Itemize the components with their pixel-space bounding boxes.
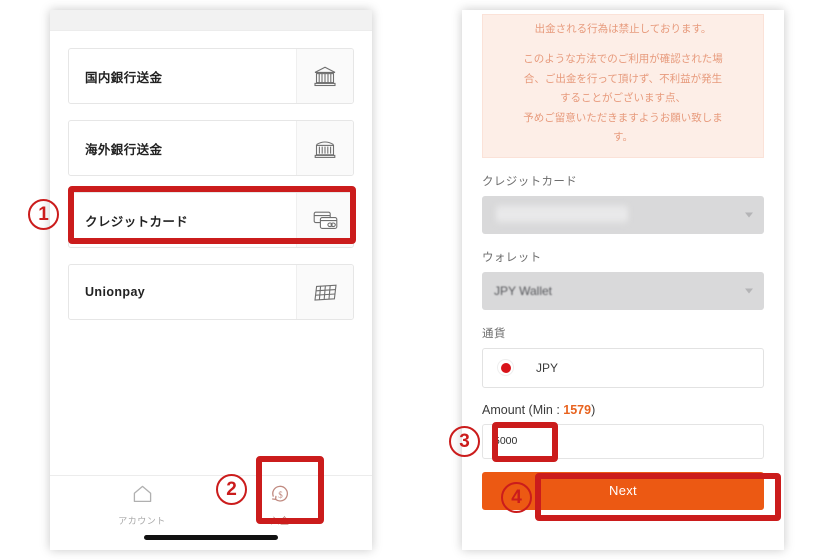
tab-deposit-label: 入金 xyxy=(270,516,290,526)
notice-line-3: 合、ご出金を行って頂けず、不利益が発生 xyxy=(523,72,723,85)
method-label: クレジットカード xyxy=(85,214,189,229)
method-card-domestic-bank[interactable]: 国内銀行送金 xyxy=(68,48,354,104)
method-card-credit-card[interactable]: クレジットカード xyxy=(68,192,354,248)
next-button-label: Next xyxy=(609,483,637,499)
wallet-select[interactable]: JPY Wallet xyxy=(482,271,764,310)
annotation-number-4: 4 xyxy=(501,482,532,513)
notice-line-4: することがございます点、 xyxy=(560,92,686,105)
payment-method-list: 国内銀行送金 海外銀行送金 クレジットカード Unionpay xyxy=(50,31,372,320)
method-label: Unionpay xyxy=(85,285,146,299)
credit-card-select[interactable] xyxy=(482,195,764,234)
chevron-down-icon xyxy=(745,288,753,294)
jp-flag-icon xyxy=(497,359,514,377)
tab-account[interactable]: アカウント xyxy=(104,484,180,527)
bank-domestic-icon xyxy=(296,49,353,103)
bank-overseas-icon xyxy=(296,121,353,175)
warning-notice: 出金される行為は禁止しております。 このような方法でのご利用が確認された場 合、… xyxy=(482,14,764,158)
annotation-number-2: 2 xyxy=(216,474,247,505)
chevron-down-icon xyxy=(745,212,753,218)
notice-line-1: 出金される行為は禁止しております。 xyxy=(534,23,712,35)
annotation-number-3: 3 xyxy=(449,426,480,457)
currency-select[interactable]: JPY xyxy=(482,347,764,388)
amount-input[interactable]: 5000 xyxy=(482,423,764,459)
unionpay-card-icon xyxy=(296,265,353,319)
credit-card-field: クレジットカード xyxy=(482,173,764,234)
amount-label-prefix: Amount (Min : xyxy=(482,402,564,417)
amount-label: Amount (Min : 1579) xyxy=(482,403,764,417)
method-label: 海外銀行送金 xyxy=(85,142,163,157)
currency-value: JPY xyxy=(536,360,559,375)
left-phone-topbar xyxy=(50,10,372,31)
screenshot-stage: 国内銀行送金 海外銀行送金 クレジットカード Unionpay アカウント $ … xyxy=(0,0,840,560)
amount-min-value: 1579 xyxy=(563,402,592,417)
wallet-field: ウォレット JPY Wallet xyxy=(482,249,764,310)
svg-text:$: $ xyxy=(278,490,283,500)
method-label: 国内銀行送金 xyxy=(85,70,163,85)
wallet-value: JPY Wallet xyxy=(494,283,553,298)
wallet-label: ウォレット xyxy=(482,251,542,264)
amount-label-suffix: ) xyxy=(591,402,596,417)
credit-card-value-masked xyxy=(496,205,628,225)
credit-card-icon xyxy=(296,193,353,247)
credit-card-label: クレジットカード xyxy=(482,175,578,188)
deposit-dollar-icon: $ xyxy=(270,484,291,509)
amount-input-value: 5000 xyxy=(494,435,518,448)
left-phone-screen: 国内銀行送金 海外銀行送金 クレジットカード Unionpay アカウント $ … xyxy=(50,10,372,550)
method-card-overseas-bank[interactable]: 海外銀行送金 xyxy=(68,120,354,176)
currency-label: 通貨 xyxy=(482,327,506,340)
notice-line-5: 予めご留意いただきますようお願い致しま xyxy=(523,111,723,124)
notice-line-6: す。 xyxy=(613,131,633,144)
notice-line-2: このような方法でのご利用が確認された場 xyxy=(523,53,723,66)
home-indicator xyxy=(144,535,278,540)
amount-field: Amount (Min : 1579) 5000 xyxy=(482,403,764,459)
right-phone-screen: 出金される行為は禁止しております。 このような方法でのご利用が確認された場 合、… xyxy=(462,10,784,550)
method-card-unionpay[interactable]: Unionpay xyxy=(68,264,354,320)
deposit-form: 出金される行為は禁止しております。 このような方法でのご利用が確認された場 合、… xyxy=(462,14,784,534)
tab-account-label: アカウント xyxy=(118,516,166,526)
currency-field: 通貨 JPY xyxy=(482,325,764,388)
home-icon xyxy=(132,484,153,509)
annotation-number-1: 1 xyxy=(28,199,59,230)
bottom-tab-bar: アカウント $ 入金 xyxy=(50,475,372,550)
tab-deposit[interactable]: $ 入金 xyxy=(242,484,318,527)
